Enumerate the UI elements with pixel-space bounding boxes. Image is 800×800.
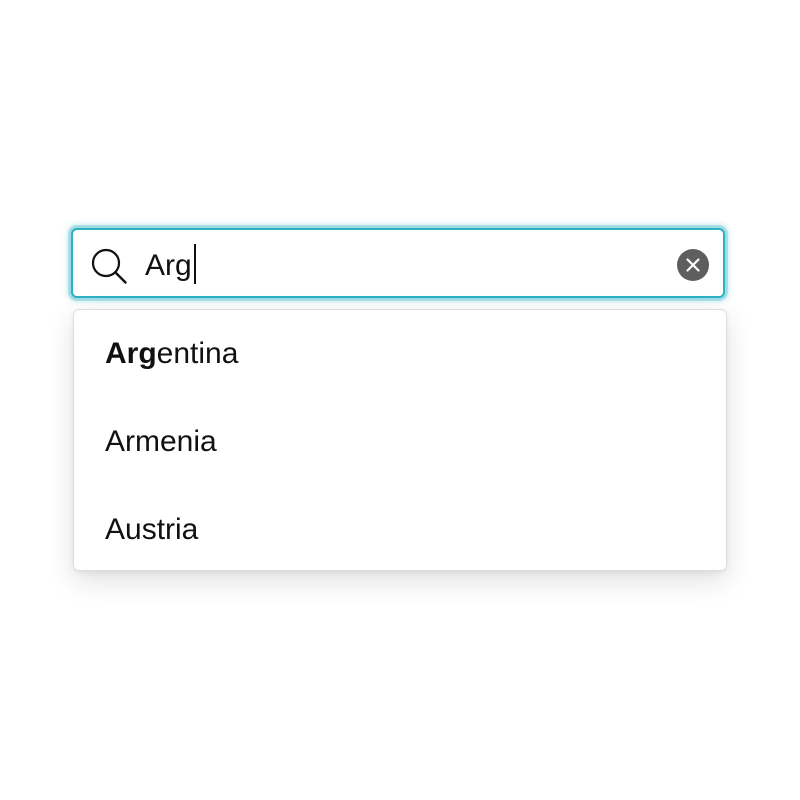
suggestion-option-austria[interactable]: Austria: [74, 486, 726, 570]
search-query-text: Arg: [145, 249, 192, 282]
suggestion-match-text: Arg: [105, 337, 157, 370]
search-icon: [91, 248, 127, 284]
suggestion-rest-text: Armenia: [105, 425, 217, 458]
suggestion-option-armenia[interactable]: Armenia: [74, 398, 726, 486]
suggestion-rest-text: Austria: [105, 513, 199, 546]
search-box[interactable]: Arg: [71, 228, 725, 298]
clear-button[interactable]: [677, 249, 709, 281]
suggestion-dropdown: Argentina Armenia Austria: [73, 309, 727, 571]
close-icon: [686, 258, 700, 272]
search-input[interactable]: Arg: [145, 244, 196, 285]
suggestion-option-argentina[interactable]: Argentina: [74, 310, 726, 398]
autocomplete-demo: Arg Argentina Armenia Austria: [0, 0, 800, 800]
text-caret: [193, 244, 196, 284]
suggestion-rest-text: entina: [156, 337, 239, 370]
